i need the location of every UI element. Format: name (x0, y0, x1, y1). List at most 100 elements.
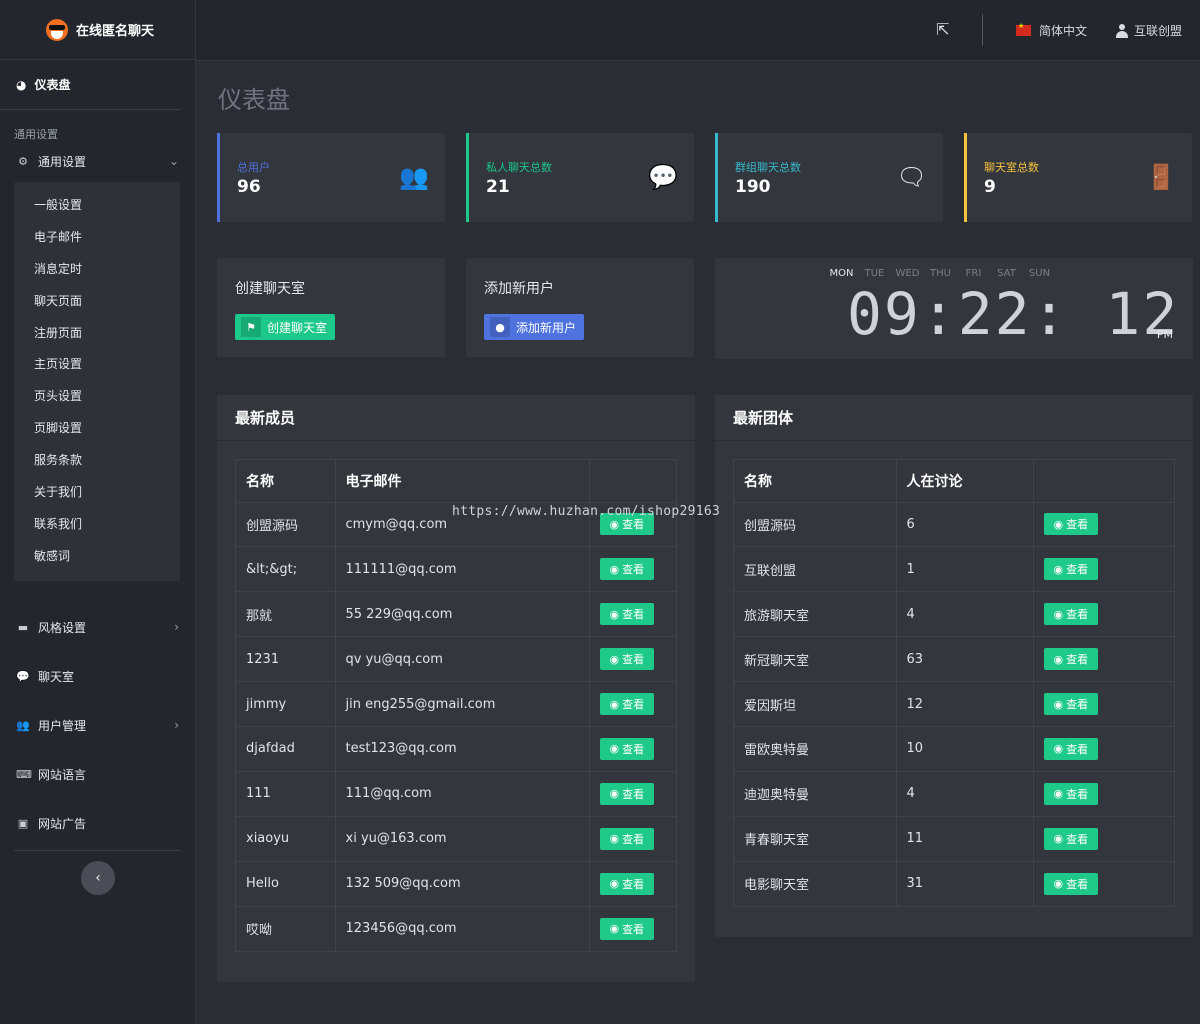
view-button[interactable]: ◉ 查看 (1043, 558, 1099, 581)
sidebar-item-group[interactable]: ⌨ 网站语言 (0, 750, 195, 799)
view-button[interactable]: ◉ 查看 (1043, 513, 1099, 536)
submenu-item[interactable]: 电子邮件 (14, 222, 180, 254)
sidebar-item-group[interactable]: ▬ 风格设置 › (0, 603, 195, 652)
cell-name: jimmy (236, 681, 336, 727)
cell-action: ◉ 查看 (589, 591, 676, 637)
add-user-button[interactable]: ● 添加新用户 (484, 314, 585, 340)
button-label: 查看 (1066, 608, 1089, 622)
sidebar-item-label: 网站语言 (38, 767, 87, 782)
keyboard-icon: ⌨ (16, 767, 32, 781)
view-button[interactable]: ◉ 查看 (599, 917, 655, 940)
latest-members-card: 最新成员 名称 电子邮件 创盟源码 cmym@qq.com ◉ 查看 &lt;&gt; 1… (217, 395, 695, 982)
eye-icon: ◉ (609, 787, 620, 801)
external-link-icon[interactable]: ⇱ (936, 20, 956, 40)
stat-label: 聊天室总数 (984, 161, 1039, 174)
button-label: 查看 (1066, 698, 1089, 711)
view-button[interactable]: ◉ 查看 (1043, 737, 1099, 760)
sidebar-item-label: 仪表盘 (34, 78, 71, 92)
view-button[interactable]: ◉ 查看 (599, 648, 655, 671)
cell-value: 55 229@qq.com (335, 591, 590, 637)
sidebar-item-general[interactable]: ⚙ 通用设置 ⌄ (0, 146, 195, 176)
submenu-item[interactable]: 主页设置 (14, 349, 180, 381)
divider (14, 849, 181, 851)
submenu-item[interactable]: 聊天页面 (14, 286, 180, 318)
sidebar-item-label: 聊天室 (38, 669, 75, 684)
topbar: ⇱ 简体中文 互联创盟 (196, 0, 1200, 61)
members-table: 名称 电子邮件 创盟源码 cmym@qq.com ◉ 查看 &lt;&gt; 111111… (236, 460, 676, 951)
sidebar-item-dashboard[interactable]: ◕ 仪表盘 (0, 60, 181, 110)
view-button[interactable]: ◉ 查看 (599, 827, 655, 850)
submenu-item[interactable]: 敏感词 (14, 541, 180, 573)
view-button[interactable]: ◉ 查看 (599, 872, 655, 895)
submenu-item[interactable]: 页脚设置 (14, 413, 180, 445)
column-header: 人在讨论 (896, 460, 1034, 502)
submenu-item[interactable]: 一般设置 (14, 190, 180, 222)
stat-value: 9 (984, 177, 996, 197)
button-label: 查看 (622, 832, 645, 846)
table-row: &lt;&gt; 111111@qq.com ◉ 查看 (236, 546, 676, 592)
table-row: djafdad test123@qq.com ◉ 查看 (236, 725, 676, 772)
create-room-button[interactable]: ⚑ 创建聊天室 (235, 314, 336, 340)
button-label: 查看 (622, 877, 645, 891)
submenu-item[interactable]: 联系我们 (14, 509, 180, 541)
stat-value: 190 (735, 177, 771, 197)
cell-name: 互联创盟 (734, 546, 897, 592)
sidebar-item-group[interactable]: ▣ 网站广告 (0, 799, 195, 848)
view-button[interactable]: ◉ 查看 (599, 782, 655, 805)
submenu-item[interactable]: 服务条款 (14, 445, 180, 477)
stat-card-private-chats: 私人聊天总数 21 💬 (466, 133, 694, 222)
chevron-left-icon: ‹ (95, 870, 101, 886)
view-button[interactable]: ◉ 查看 (599, 737, 655, 760)
user-menu[interactable]: 互联创盟 (1116, 22, 1182, 39)
view-button[interactable]: ◉ 查看 (1043, 782, 1099, 805)
sidebar-item-group[interactable]: 💬 聊天室 (0, 652, 195, 701)
stat-card-group-chats: 群组聊天总数 190 🗨 (715, 133, 943, 222)
view-button[interactable]: ◉ 查看 (1043, 693, 1099, 715)
groups-table-wrap: 名称 人在讨论 创盟源码 6 ◉ 查看 互联创盟 1 ◉ 查看 旅游聊天室 4 ◉ 查看 新冠聊天室 63… (733, 459, 1175, 908)
cell-name: 新冠聊天室 (734, 636, 897, 682)
submenu-item[interactable]: 注册页面 (14, 318, 180, 350)
submenu-item[interactable]: 关于我们 (14, 477, 180, 509)
language-selector[interactable]: 简体中文 (1016, 22, 1087, 39)
button-label: 查看 (1066, 653, 1089, 667)
view-button[interactable]: ◉ 查看 (599, 558, 655, 581)
cell-action: ◉ 查看 (1033, 591, 1174, 637)
brand-name: 在线匿名聊天 (76, 24, 155, 39)
column-header (589, 460, 676, 502)
view-button[interactable]: ◉ 查看 (1043, 648, 1099, 671)
table-row: 创盟源码 6 ◉ 查看 (734, 501, 1174, 547)
chevron-down-icon: ⌄ (168, 154, 179, 168)
view-button[interactable]: ◉ 查看 (599, 693, 655, 715)
table-row: xiaoyu xi yu@163.com ◉ 查看 (236, 815, 676, 862)
table-row: 旅游聊天室 4 ◉ 查看 (734, 591, 1174, 637)
submenu-item[interactable]: 页头设置 (14, 381, 180, 413)
brand[interactable]: 在线匿名聊天 (0, 0, 195, 60)
cell-name: xiaoyu (236, 815, 336, 862)
view-button[interactable]: ◉ 查看 (1043, 872, 1099, 895)
stat-accent-bar (715, 133, 718, 222)
view-button[interactable]: ◉ 查看 (599, 603, 655, 626)
button-label: 查看 (622, 787, 645, 801)
sidebar-section-label: 通用设置 (14, 128, 58, 141)
clock-time: 09:22: 12 (847, 280, 1180, 348)
view-button[interactable]: ◉ 查看 (1043, 603, 1099, 626)
flag-icon: ⚑ (241, 317, 261, 337)
cell-action: ◉ 查看 (1033, 770, 1174, 817)
sidebar-item-group[interactable]: 👥 用户管理 › (0, 701, 195, 750)
weekday-label: TUE (864, 268, 885, 279)
submenu-item[interactable]: 消息定时 (14, 254, 180, 286)
column-header: 电子邮件 (335, 460, 590, 502)
eye-icon: ◉ (609, 697, 620, 711)
button-label: 查看 (622, 742, 645, 756)
eye-icon: ◉ (609, 652, 620, 666)
groups-table: 名称 人在讨论 创盟源码 6 ◉ 查看 互联创盟 1 ◉ 查看 旅游聊天室 4 ◉ 查看 新冠聊天室 63… (734, 460, 1174, 907)
button-label: 添加新用户 (516, 320, 577, 335)
stat-accent-bar (964, 133, 967, 222)
view-button[interactable]: ◉ 查看 (1043, 827, 1099, 850)
stat-label: 总用户 (237, 161, 270, 174)
weekday-label: MON (829, 268, 854, 279)
users-icon: 👥 (16, 718, 30, 732)
sidebar-collapse-button[interactable]: ‹ (81, 861, 115, 895)
china-flag-icon (1016, 22, 1031, 36)
cell-value: 31 (896, 860, 1034, 907)
